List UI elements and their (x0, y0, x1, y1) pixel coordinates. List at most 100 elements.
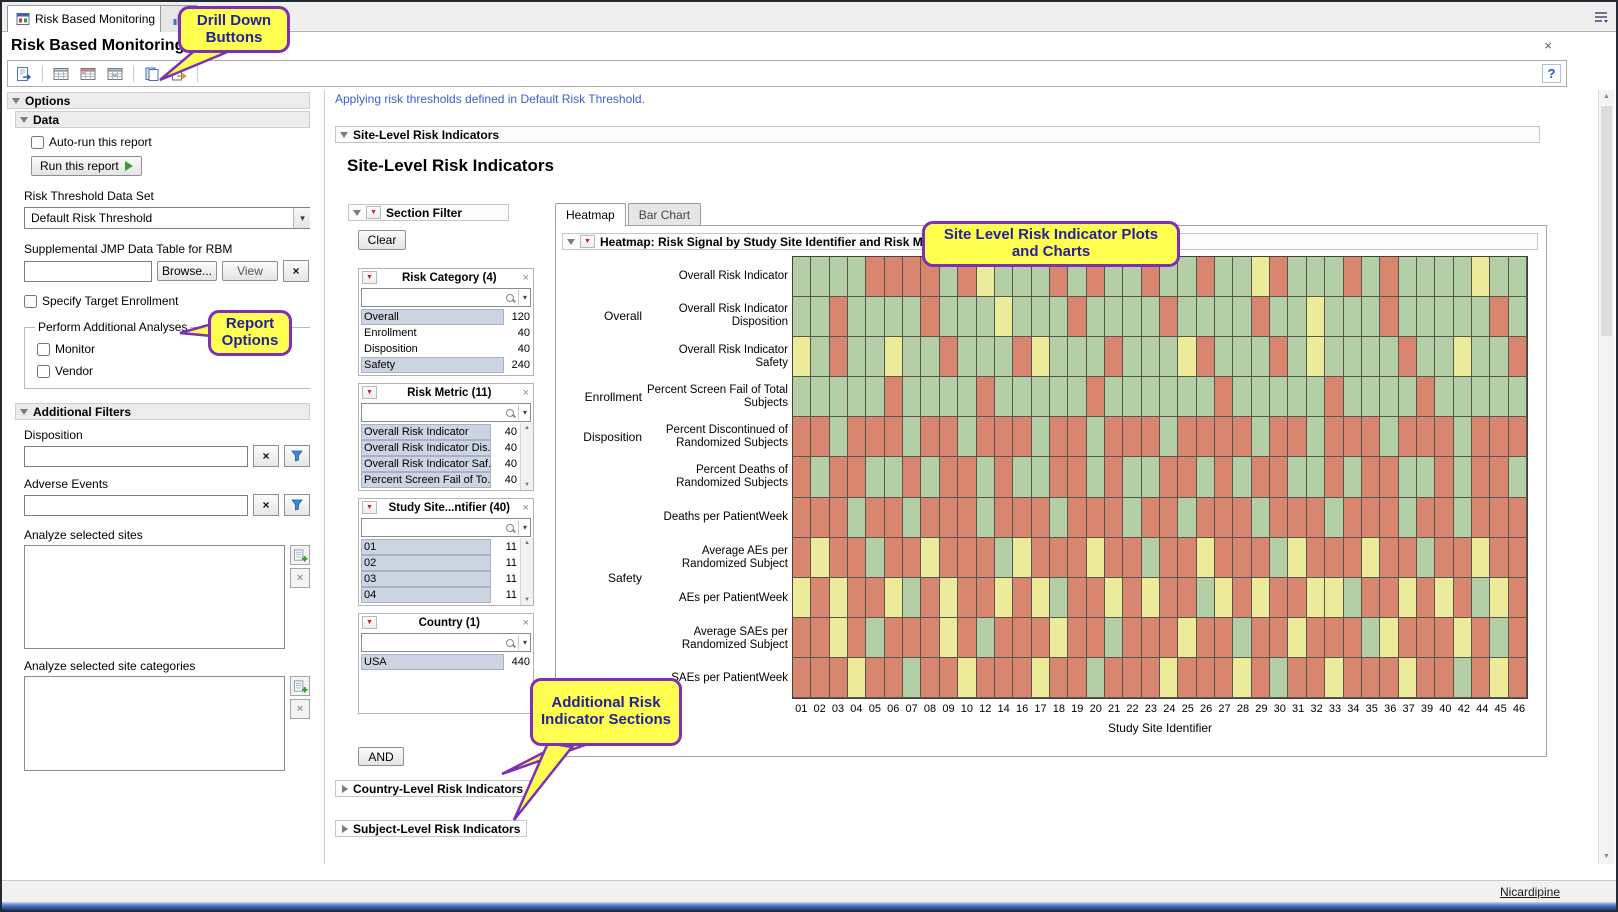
heatmap-cell[interactable] (1417, 377, 1435, 417)
heatmap-cell[interactable] (1454, 297, 1472, 337)
heatmap-cell[interactable] (1252, 417, 1270, 457)
heatmap-cell[interactable] (1233, 658, 1251, 698)
heatmap-cell[interactable] (903, 377, 921, 417)
heatmap-cell[interactable] (1435, 498, 1453, 538)
heatmap-cell[interactable] (903, 417, 921, 457)
heatmap-cell[interactable] (1472, 457, 1490, 497)
heatmap-cell[interactable] (1197, 538, 1215, 578)
vendor-checkbox[interactable] (37, 365, 50, 378)
heatmap-cell[interactable] (1454, 578, 1472, 618)
heatmap-cell[interactable] (1032, 377, 1050, 417)
heatmap-cell[interactable] (1399, 618, 1417, 658)
heatmap-cell[interactable] (1362, 618, 1380, 658)
heatmap-cell[interactable] (1288, 417, 1306, 457)
heatmap-cell[interactable] (1380, 417, 1398, 457)
heatmap-cell[interactable] (1032, 538, 1050, 578)
heatmap-cell[interactable] (830, 257, 848, 297)
heatmap-cell[interactable] (977, 538, 995, 578)
data-table-icon[interactable] (50, 63, 72, 85)
heatmap-cell[interactable] (1362, 377, 1380, 417)
heatmap-cell[interactable] (1142, 337, 1160, 377)
heatmap-cell[interactable] (977, 618, 995, 658)
heatmap-cell[interactable] (793, 417, 811, 457)
heatmap-cell[interactable] (1233, 377, 1251, 417)
heatmap-cell[interactable] (830, 538, 848, 578)
heatmap-cell[interactable] (1215, 337, 1233, 377)
heatmap-cell[interactable] (1307, 538, 1325, 578)
heatmap-cell[interactable] (1142, 377, 1160, 417)
heatmap-cell[interactable] (1380, 578, 1398, 618)
heatmap-cell[interactable] (1344, 618, 1362, 658)
heatmap-cell[interactable] (1417, 578, 1435, 618)
heatmap-cell[interactable] (1252, 498, 1270, 538)
heatmap-cell[interactable] (1472, 377, 1490, 417)
heatmap-cell[interactable] (1032, 297, 1050, 337)
heatmap-cell[interactable] (1197, 377, 1215, 417)
heatmap-cell[interactable] (1142, 658, 1160, 698)
heatmap-cell[interactable] (1288, 658, 1306, 698)
heatmap-cell[interactable] (1252, 337, 1270, 377)
heatmap-cell[interactable] (1142, 538, 1160, 578)
filter-value-row[interactable]: 0211 (361, 555, 518, 571)
heatmap-cell[interactable] (885, 337, 903, 377)
clear-sites-icon[interactable] (290, 568, 310, 588)
heatmap-cell[interactable] (921, 538, 939, 578)
heatmap-cell[interactable] (1197, 297, 1215, 337)
heatmap-cell[interactable] (1013, 538, 1031, 578)
close-filter-icon[interactable]: × (522, 502, 530, 514)
red-triangle-menu-icon[interactable]: ▼ (366, 206, 381, 219)
heatmap-cell[interactable] (830, 618, 848, 658)
risk-threshold-dropdown[interactable]: Default Risk Threshold (24, 207, 310, 229)
heatmap-cell[interactable] (903, 498, 921, 538)
heatmap-cell[interactable] (1068, 538, 1086, 578)
heatmap-cell[interactable] (830, 457, 848, 497)
heatmap-cell[interactable] (1288, 618, 1306, 658)
heatmap-cell[interactable] (1178, 337, 1196, 377)
heatmap-cell[interactable] (811, 337, 829, 377)
heatmap-cell[interactable] (1050, 498, 1068, 538)
heatmap-cell[interactable] (811, 658, 829, 698)
heatmap-cell[interactable] (1197, 578, 1215, 618)
heatmap-cell[interactable] (1472, 417, 1490, 457)
heatmap-cell[interactable] (811, 618, 829, 658)
heatmap-cell[interactable] (1399, 498, 1417, 538)
heatmap-cell[interactable] (1105, 578, 1123, 618)
heatmap-cell[interactable] (1233, 618, 1251, 658)
heatmap-cell[interactable] (903, 457, 921, 497)
heatmap-cell[interactable] (940, 377, 958, 417)
chevron-down-icon[interactable]: ▾ (518, 635, 528, 650)
heatmap-cell[interactable] (1032, 498, 1050, 538)
heatmap-cell[interactable] (1270, 658, 1288, 698)
heatmap-cell[interactable] (1032, 578, 1050, 618)
heatmap-cell[interactable] (1472, 337, 1490, 377)
heatmap-cell[interactable] (1399, 337, 1417, 377)
heatmap-cell[interactable] (1472, 257, 1490, 297)
heatmap-cell[interactable] (1068, 337, 1086, 377)
heatmap-cell[interactable] (1362, 257, 1380, 297)
heatmap-cell[interactable] (1380, 498, 1398, 538)
heatmap-cell[interactable] (1435, 658, 1453, 698)
heatmap-cell[interactable] (1288, 538, 1306, 578)
heatmap-cell[interactable] (866, 538, 884, 578)
heatmap-cell[interactable] (921, 457, 939, 497)
filter-search-input[interactable] (364, 405, 505, 420)
heatmap-cell[interactable] (1233, 498, 1251, 538)
heatmap-cell[interactable] (958, 618, 976, 658)
heatmap-cell[interactable] (811, 377, 829, 417)
heatmap-cell[interactable] (1490, 658, 1508, 698)
heatmap-cell[interactable] (1435, 337, 1453, 377)
scroll-up-icon[interactable]: ▲ (524, 425, 530, 431)
heatmap-cell[interactable] (1435, 377, 1453, 417)
heatmap-cell[interactable] (793, 337, 811, 377)
heatmap-cell[interactable] (1509, 337, 1527, 377)
heatmap-cell[interactable] (1197, 257, 1215, 297)
heatmap-cell[interactable] (1380, 658, 1398, 698)
heatmap-cell[interactable] (1380, 538, 1398, 578)
heatmap-cell[interactable] (1233, 578, 1251, 618)
heatmap-cell[interactable] (995, 457, 1013, 497)
heatmap-cell[interactable] (1160, 297, 1178, 337)
heatmap-cell[interactable] (1050, 658, 1068, 698)
heatmap-cell[interactable] (793, 618, 811, 658)
heatmap-cell[interactable] (1344, 498, 1362, 538)
heatmap-cell[interactable] (1123, 578, 1141, 618)
